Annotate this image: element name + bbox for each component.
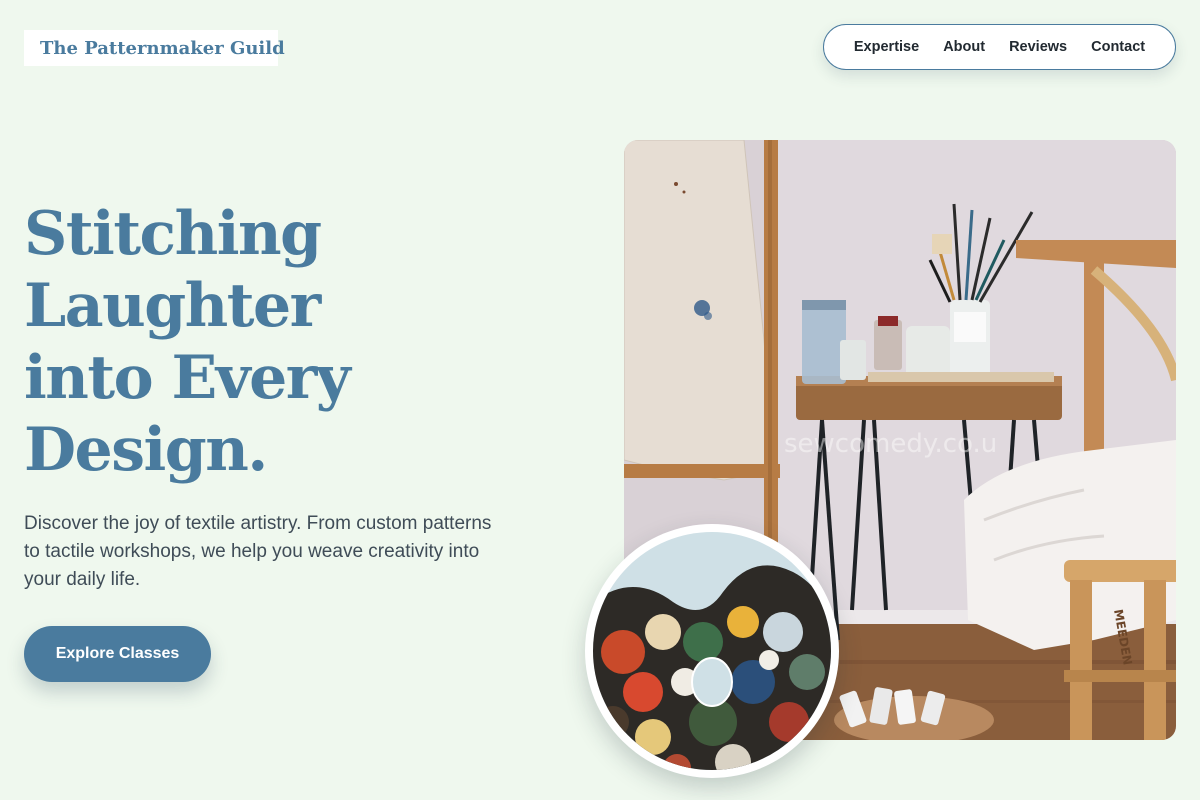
watermark-text: sewcomedy.co.u	[784, 429, 997, 459]
palette-photo	[585, 524, 839, 778]
nav-link-reviews[interactable]: Reviews	[1009, 39, 1067, 55]
hero-title-line: Stitching	[24, 199, 322, 269]
nav-link-contact[interactable]: Contact	[1091, 39, 1145, 55]
hero-title-line: into Every	[24, 343, 351, 413]
hero-title-line: Laughter	[24, 271, 321, 341]
palette-photo-inner	[593, 532, 831, 770]
hero-title: Stitching Laughter into Every Design.	[24, 198, 484, 486]
main-nav: Expertise About Reviews Contact	[823, 24, 1176, 70]
brand-logo[interactable]: The Patternmaker Guild	[24, 30, 285, 66]
explore-classes-button[interactable]: Explore Classes	[24, 626, 211, 682]
hero-description: Discover the joy of textile artistry. Fr…	[24, 513, 492, 590]
nav-link-expertise[interactable]: Expertise	[854, 39, 919, 55]
hero-title-line: Design.	[24, 415, 268, 485]
nav-link-about[interactable]: About	[943, 39, 985, 55]
